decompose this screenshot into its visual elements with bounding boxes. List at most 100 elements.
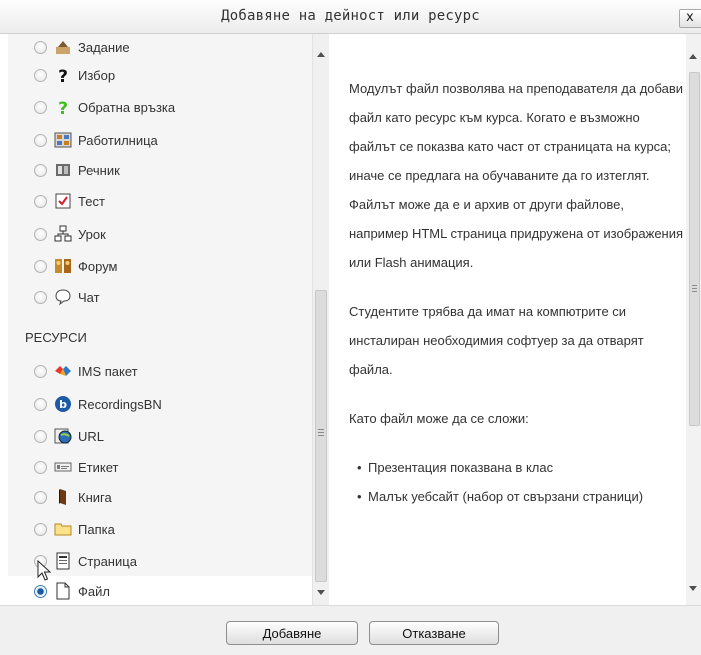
label-icon xyxy=(54,458,72,476)
module-option[interactable]: Работилница xyxy=(8,125,312,155)
chat-icon xyxy=(54,288,72,306)
grip-icon xyxy=(692,291,697,292)
module-description: Модулът файл позволява на преподавателя … xyxy=(349,74,684,511)
svg-text:?: ? xyxy=(58,99,68,116)
svg-text:?: ? xyxy=(58,67,68,84)
assignment-icon xyxy=(54,38,72,56)
description-paragraph: Модулът файл позволява на преподавателя … xyxy=(349,81,684,270)
module-option[interactable]: Файл xyxy=(8,576,312,605)
module-option[interactable]: ? Обратна връзка xyxy=(8,92,312,122)
module-option[interactable]: Чат xyxy=(8,282,312,312)
mouse-pointer-icon xyxy=(37,560,51,581)
description-bullet: Презентация показвана в клас xyxy=(357,453,684,482)
module-radio[interactable] xyxy=(34,460,47,474)
module-option-label: Чат xyxy=(78,289,100,305)
module-option-label: Работилница xyxy=(78,132,158,148)
module-option[interactable]: Етикет xyxy=(8,452,312,482)
choice-question-icon: ? xyxy=(54,66,72,84)
description-paragraph: Студентите трябва да имат на компютрите … xyxy=(349,304,644,377)
module-radio[interactable] xyxy=(34,68,47,82)
module-option[interactable]: Страница xyxy=(8,546,312,576)
description-bullet-list: Презентация показвана в клас Малък уебса… xyxy=(349,453,684,511)
lesson-icon xyxy=(54,225,72,243)
description-bullet: Малък уебсайт (набор от свързани страниц… xyxy=(357,482,684,511)
module-option[interactable]: Форум xyxy=(8,251,312,281)
left-scrollbar-thumb[interactable] xyxy=(315,290,327,582)
module-option[interactable]: URL xyxy=(8,421,312,451)
scroll-down-arrow-icon[interactable] xyxy=(317,590,325,595)
svg-text:b: b xyxy=(59,398,67,411)
module-option-label: Форум xyxy=(78,258,118,274)
module-option[interactable]: Задание xyxy=(8,34,312,62)
module-option-label: Страница xyxy=(78,553,137,569)
module-radio[interactable] xyxy=(34,259,47,273)
scroll-down-arrow-icon[interactable] xyxy=(689,586,697,591)
module-option-label: Задание xyxy=(78,39,130,55)
module-option-label: Файл xyxy=(78,583,110,599)
module-radio[interactable] xyxy=(34,133,47,147)
dialog-title: Добавяне на дейност или ресурс xyxy=(221,8,480,24)
module-option-label: Обратна връзка xyxy=(78,99,176,115)
module-radio[interactable] xyxy=(34,364,47,378)
glossary-icon xyxy=(54,161,72,179)
right-scrollbar-thumb[interactable] xyxy=(689,72,700,426)
module-option-label: Речник xyxy=(78,162,120,178)
url-globe-icon xyxy=(54,427,72,445)
grip-icon xyxy=(318,429,324,430)
dialog-titlebar: Добавяне на дейност или ресурс x xyxy=(0,0,701,34)
left-scrollbar[interactable] xyxy=(312,34,329,605)
module-option-label: URL xyxy=(78,428,105,444)
book-icon xyxy=(54,488,72,506)
module-option[interactable]: b RecordingsBN xyxy=(8,389,312,419)
module-description-panel: Модулът файл позволява на преподавателя … xyxy=(329,34,701,605)
module-option-label: RecordingsBN xyxy=(78,396,162,412)
grip-icon xyxy=(318,432,324,433)
right-scrollbar[interactable] xyxy=(686,34,701,605)
dialog-footer: Добавяне Отказване xyxy=(0,605,701,655)
module-option-label: Тест xyxy=(78,193,105,209)
resources-heading: РЕСУРСИ xyxy=(25,330,87,345)
module-radio[interactable] xyxy=(34,429,47,443)
module-radio[interactable] xyxy=(34,227,47,241)
module-radio[interactable] xyxy=(34,163,47,177)
module-option-label: Урок xyxy=(78,226,106,242)
module-option[interactable]: Папка xyxy=(8,514,312,544)
module-chooser-list: Задание? Избор? Обратна връзка Работилница Р… xyxy=(8,34,329,605)
module-radio[interactable] xyxy=(34,584,47,598)
close-button[interactable]: x xyxy=(679,9,701,28)
grip-icon xyxy=(318,435,324,436)
ims-package-icon xyxy=(54,362,72,380)
file-icon xyxy=(54,582,72,600)
module-radio[interactable] xyxy=(34,290,47,304)
module-option[interactable]: IMS пакет xyxy=(8,356,312,386)
feedback-question-icon: ? xyxy=(54,98,72,116)
quiz-icon xyxy=(54,192,72,210)
module-radio[interactable] xyxy=(34,397,47,411)
add-button[interactable]: Добавяне xyxy=(226,621,358,645)
module-option[interactable]: Речник xyxy=(8,155,312,185)
module-option-label: Книга xyxy=(78,489,112,505)
description-paragraph: Като файл може да се сложи: xyxy=(349,411,529,426)
module-option-label: Избор xyxy=(78,67,116,83)
recordings-icon: b xyxy=(54,395,72,413)
module-option-label: Папка xyxy=(78,521,115,537)
module-radio[interactable] xyxy=(34,522,47,536)
module-option-label: IMS пакет xyxy=(78,363,138,379)
module-option[interactable]: Урок xyxy=(8,219,312,249)
scroll-up-arrow-icon[interactable] xyxy=(689,54,697,59)
scroll-up-arrow-icon[interactable] xyxy=(317,52,325,57)
add-activity-dialog: Добавяне на дейност или ресурс x Задание… xyxy=(0,0,701,655)
page-icon xyxy=(54,552,72,570)
module-radio[interactable] xyxy=(34,194,47,208)
module-radio[interactable] xyxy=(34,40,47,54)
module-radio[interactable] xyxy=(34,490,47,504)
module-option[interactable]: Книга xyxy=(8,482,312,512)
module-option[interactable]: ? Избор xyxy=(8,60,312,90)
module-option-label: Етикет xyxy=(78,459,119,475)
cancel-button[interactable]: Отказване xyxy=(369,621,499,645)
module-option[interactable]: Тест xyxy=(8,186,312,216)
folder-icon xyxy=(54,520,72,538)
grip-icon xyxy=(692,285,697,286)
forum-icon xyxy=(54,257,72,275)
module-radio[interactable] xyxy=(34,100,47,114)
